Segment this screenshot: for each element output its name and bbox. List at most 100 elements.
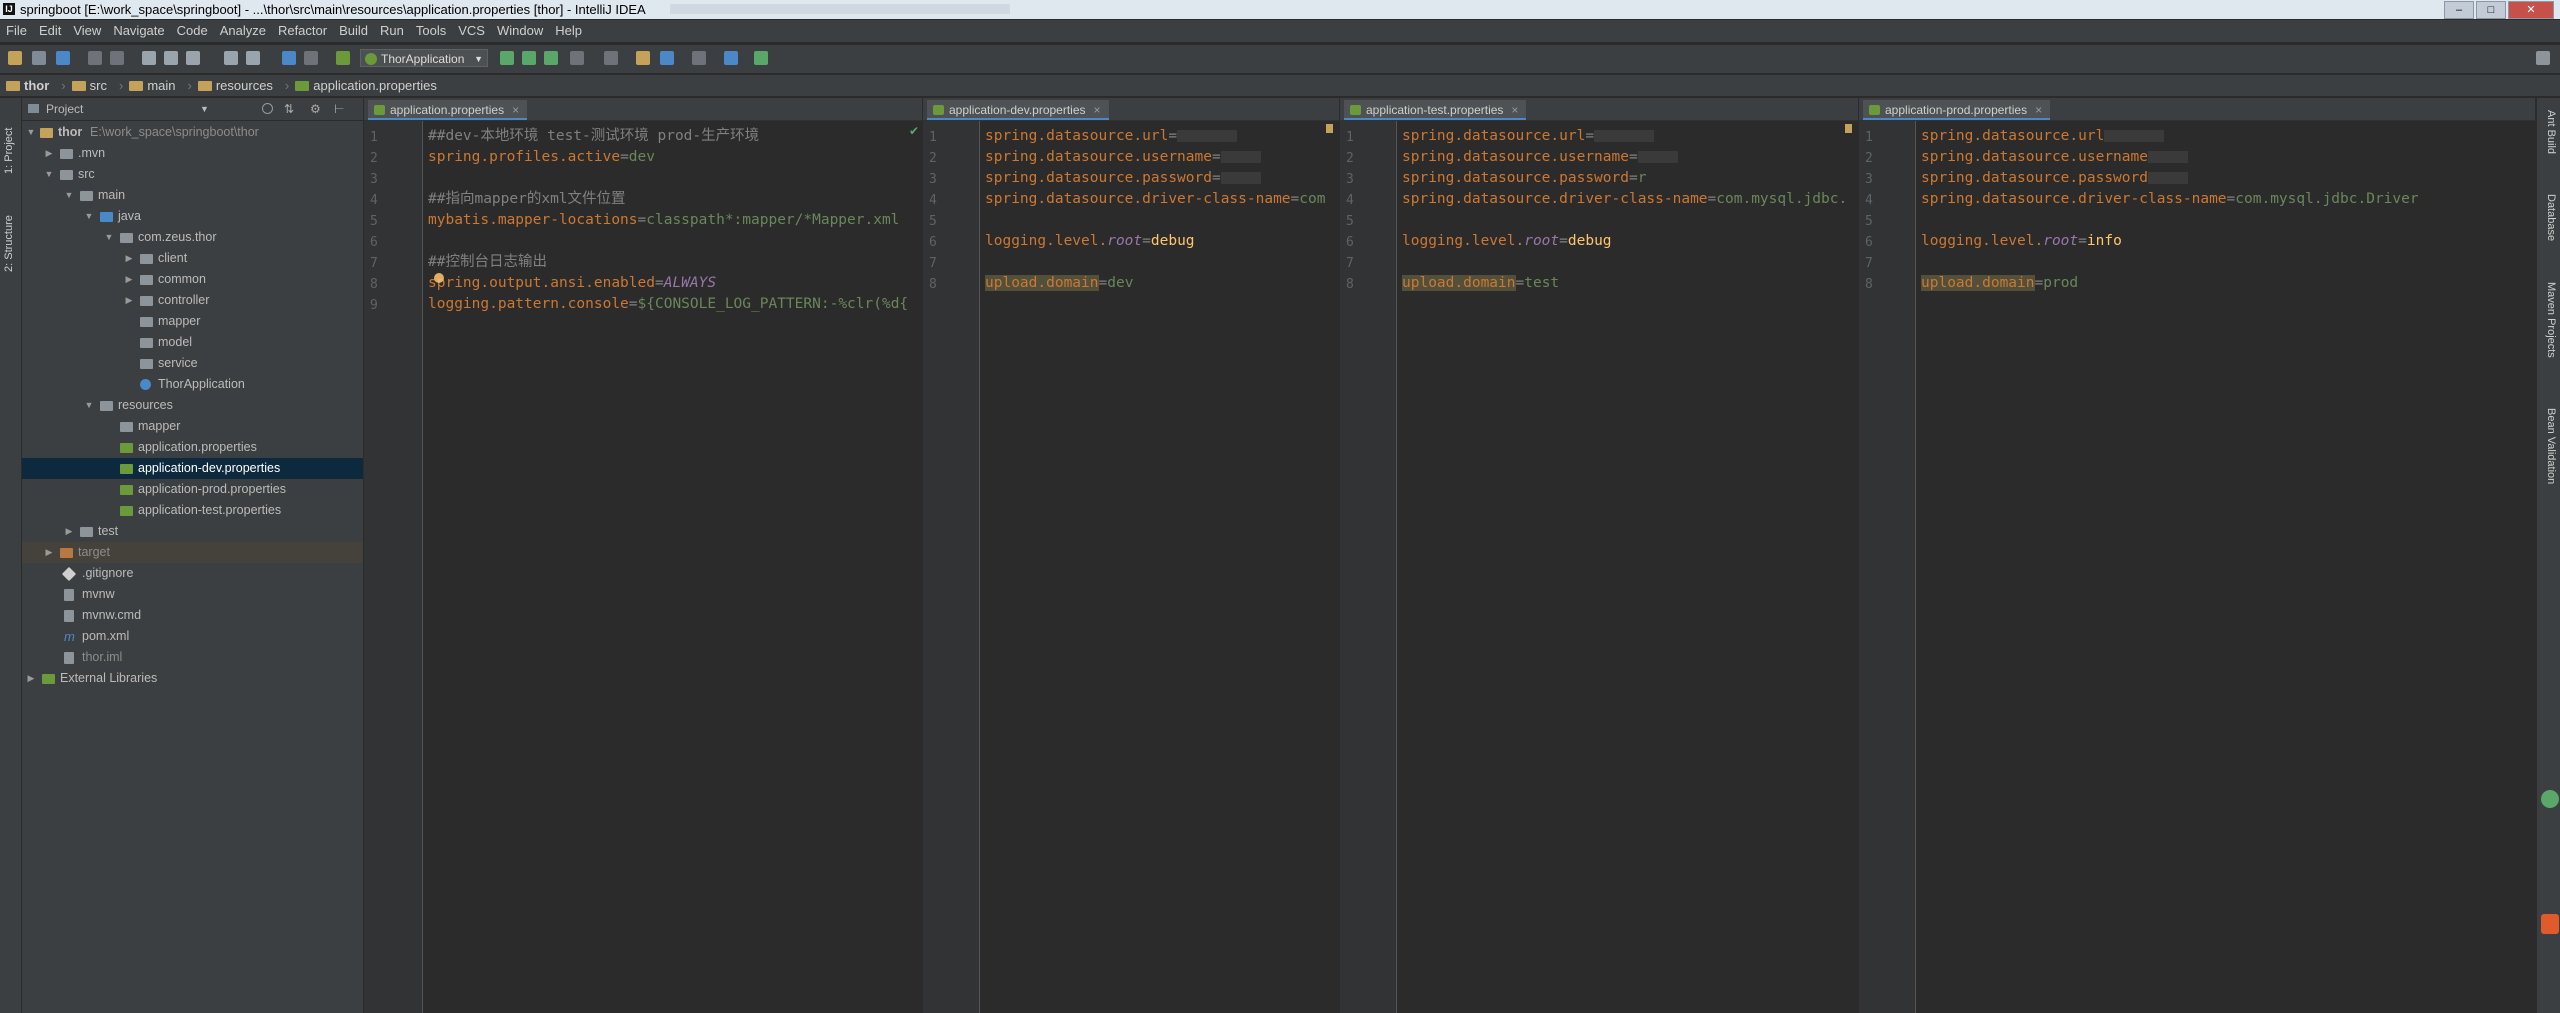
tree-item-application-properties[interactable]: application.properties [22,437,363,458]
tree-item-target[interactable]: ▶ target [22,542,363,563]
code-area[interactable]: spring.datasource.url= spring.datasource… [1402,126,1847,294]
tree-item-mapper-pkg[interactable]: mapper [22,311,363,332]
breadcrumb-src[interactable]: src [71,75,107,96]
close-tab-icon[interactable]: × [512,103,519,117]
tree-item-main[interactable]: ▼ main [22,185,363,206]
project-panel-title[interactable]: Project [46,98,83,120]
menu-analyze[interactable]: Analyze [214,20,272,42]
menu-view[interactable]: View [67,20,107,42]
open-folder-icon[interactable] [8,51,22,65]
maximize-button[interactable]: □ [2476,1,2506,19]
tree-item-external-libraries[interactable]: ▶ External Libraries [22,668,363,689]
chevron-right-icon[interactable]: ▶ [44,542,54,563]
tree-item-client[interactable]: ▶ client [22,248,363,269]
tree-item-java[interactable]: ▼ java [22,206,363,227]
tree-item-mvn[interactable]: ▶ .mvn [22,143,363,164]
chevron-down-icon[interactable]: ▼ [84,395,94,416]
tree-item-thor-iml[interactable]: thor.iml [22,647,363,668]
close-tab-icon[interactable]: × [2035,103,2042,117]
plugin-icon[interactable] [754,51,768,65]
menu-build[interactable]: Build [333,20,374,42]
menu-file[interactable]: File [0,20,33,42]
menu-vcs[interactable]: VCS [452,20,491,42]
tree-item-mapper-res[interactable]: mapper [22,416,363,437]
code-area[interactable]: spring.datasource.url spring.datasource.… [1921,126,2419,294]
lightbulb-icon[interactable] [434,273,444,283]
paste-icon[interactable] [186,51,200,65]
help-icon[interactable] [724,51,738,65]
breadcrumb-main[interactable]: main [129,75,176,96]
build-project-icon[interactable] [336,51,350,65]
code-area[interactable]: spring.datasource.url= spring.datasource… [985,126,1325,294]
code-area[interactable]: ##dev-本地环境 test-测试环境 prod-生产环境 spring.pr… [428,126,908,315]
tab-application-dev-properties[interactable]: application-dev.properties × [927,100,1109,120]
run-configuration-select[interactable]: ThorApplication ▼ [360,49,488,67]
vcs-icon[interactable] [692,51,706,65]
chevron-right-icon[interactable]: ▶ [124,269,134,290]
tab-application-prod-properties[interactable]: application-prod.properties × [1863,100,2051,120]
gear-icon[interactable]: ⚙ [310,98,321,120]
copy-icon[interactable] [164,51,178,65]
ant-build-tool-tab[interactable]: Ant Build [2545,110,2557,154]
tree-item-src[interactable]: ▼ src [22,164,363,185]
debug-icon[interactable] [522,51,536,65]
sdk-icon[interactable] [660,51,674,65]
tree-item-application-dev-properties[interactable]: application-dev.properties [22,458,363,479]
tree-item-gitignore[interactable]: .gitignore [22,563,363,584]
tree-item-controller[interactable]: ▶ controller [22,290,363,311]
tree-item-application-test-properties[interactable]: application-test.properties [22,500,363,521]
run-icon[interactable] [500,51,514,65]
tree-item-package[interactable]: ▼ com.zeus.thor [22,227,363,248]
tree-item-resources[interactable]: ▼ resources [22,395,363,416]
tree-item-service[interactable]: service [22,353,363,374]
chevron-right-icon[interactable]: ▶ [44,143,54,164]
tree-item-thorapplication[interactable]: ThorApplication [22,374,363,395]
tree-item-mvnw[interactable]: mvnw [22,584,363,605]
tab-application-test-properties[interactable]: application-test.properties × [1344,100,1527,120]
menu-window[interactable]: Window [491,20,549,42]
undo-icon[interactable] [88,51,102,65]
chevron-down-icon[interactable]: ▼ [26,122,36,143]
tree-item-model[interactable]: model [22,332,363,353]
menu-refactor[interactable]: Refactor [272,20,333,42]
find-icon[interactable] [224,51,238,65]
notification-icon[interactable] [2541,914,2559,934]
database-tool-tab[interactable]: Database [2545,194,2557,241]
close-window-button[interactable]: ✕ [2508,1,2554,19]
chevron-down-icon[interactable]: ▼ [200,98,209,120]
build-artifacts-icon[interactable] [604,51,618,65]
save-all-icon[interactable] [32,51,46,65]
tab-application-properties[interactable]: application.properties × [368,100,528,120]
breadcrumb-file[interactable]: application.properties [295,75,437,96]
minimize-button[interactable]: – [2444,1,2474,19]
chevron-down-icon[interactable]: ▼ [44,164,54,185]
menu-tools[interactable]: Tools [410,20,452,42]
close-tab-icon[interactable]: × [1094,103,1101,117]
tree-item-application-prod-properties[interactable]: application-prod.properties [22,479,363,500]
menu-navigate[interactable]: Navigate [107,20,170,42]
forward-icon[interactable] [304,51,318,65]
chevron-down-icon[interactable]: ▼ [104,227,114,248]
replace-icon[interactable] [246,51,260,65]
coverage-icon[interactable] [544,51,558,65]
close-tab-icon[interactable]: × [1511,103,1518,117]
cut-icon[interactable] [142,51,156,65]
menu-help[interactable]: Help [549,20,588,42]
status-indicator-icon[interactable] [2541,790,2559,808]
chevron-right-icon[interactable]: ▶ [64,521,74,542]
tree-item-thor[interactable]: ▼ thor E:\work_space\springboot\thor [22,122,363,143]
project-tool-tab[interactable]: 1: Project [3,128,15,174]
chevron-down-icon[interactable]: ▼ [84,206,94,227]
stop-icon[interactable] [570,51,584,65]
menu-run[interactable]: Run [374,20,410,42]
breadcrumb-thor[interactable]: thor [6,75,49,96]
chevron-right-icon[interactable]: ▶ [26,668,36,689]
bean-validation-tool-tab[interactable]: Bean Validation [2545,408,2557,484]
hide-panel-icon[interactable]: ⊢ [334,98,344,120]
tree-item-pom[interactable]: m pom.xml [22,626,363,647]
search-everywhere-icon[interactable] [2536,51,2550,65]
maven-projects-tool-tab[interactable]: Maven Projects [2545,282,2557,358]
chevron-right-icon[interactable]: ▶ [124,248,134,269]
back-icon[interactable] [282,51,296,65]
breadcrumb-resources[interactable]: resources [197,75,273,96]
